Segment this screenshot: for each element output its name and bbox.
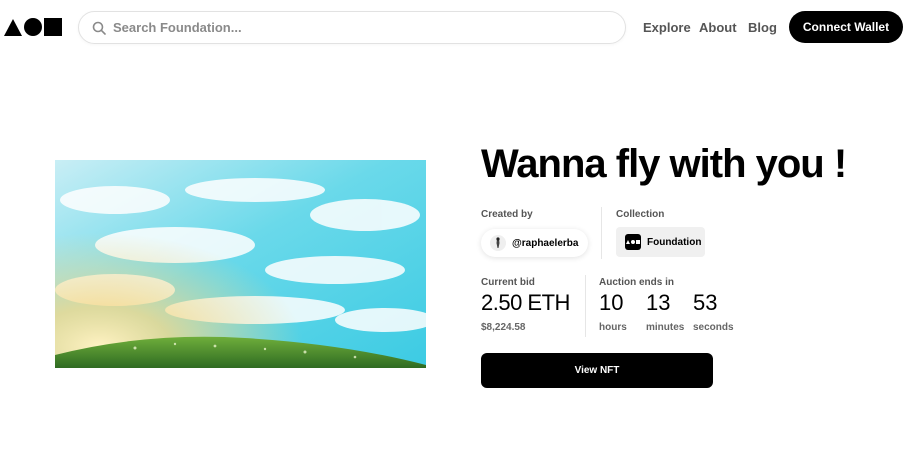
connect-wallet-button[interactable]: Connect Wallet [789,11,903,43]
search-icon [91,20,107,36]
countdown-seconds-label: seconds [693,322,734,333]
nav-explore-link[interactable]: Explore [643,20,691,35]
countdown-hours: 10 [599,290,624,315]
countdown-seconds: 53 [693,290,718,315]
current-bid-usd: $8,224.58 [481,322,526,333]
logo-triangle-icon [4,18,22,36]
nav-blog-link[interactable]: Blog [748,20,777,35]
artwork-title: Wanna fly with you ! [481,142,847,186]
countdown-minutes-label: minutes [646,322,685,333]
creator-username: @raphaelerba [512,237,579,249]
search-input[interactable] [113,20,613,35]
logo-square-icon [44,18,62,36]
collection-label: Collection [616,209,665,220]
auction-ends-label: Auction ends in [599,277,674,288]
foundation-collection-icon [625,234,641,250]
avatar [490,235,506,251]
divider [585,275,586,337]
current-bid-label: Current bid [481,277,535,288]
countdown-hours-label: hours [599,322,627,333]
collection-pill[interactable]: Foundation [616,227,705,257]
logo-circle-icon [24,18,42,36]
collection-name: Foundation [647,236,702,248]
countdown-minutes: 13 [646,290,671,315]
divider [601,207,602,259]
search-bar[interactable] [78,11,626,44]
creator-pill[interactable]: @raphaelerba [481,229,588,257]
artwork-image[interactable] [55,160,426,368]
current-bid-value: 2.50 ETH [481,290,570,315]
view-nft-button[interactable]: View NFT [481,353,713,388]
foundation-logo[interactable] [4,18,62,36]
nav-about-link[interactable]: About [699,20,737,35]
created-by-label: Created by [481,209,533,220]
